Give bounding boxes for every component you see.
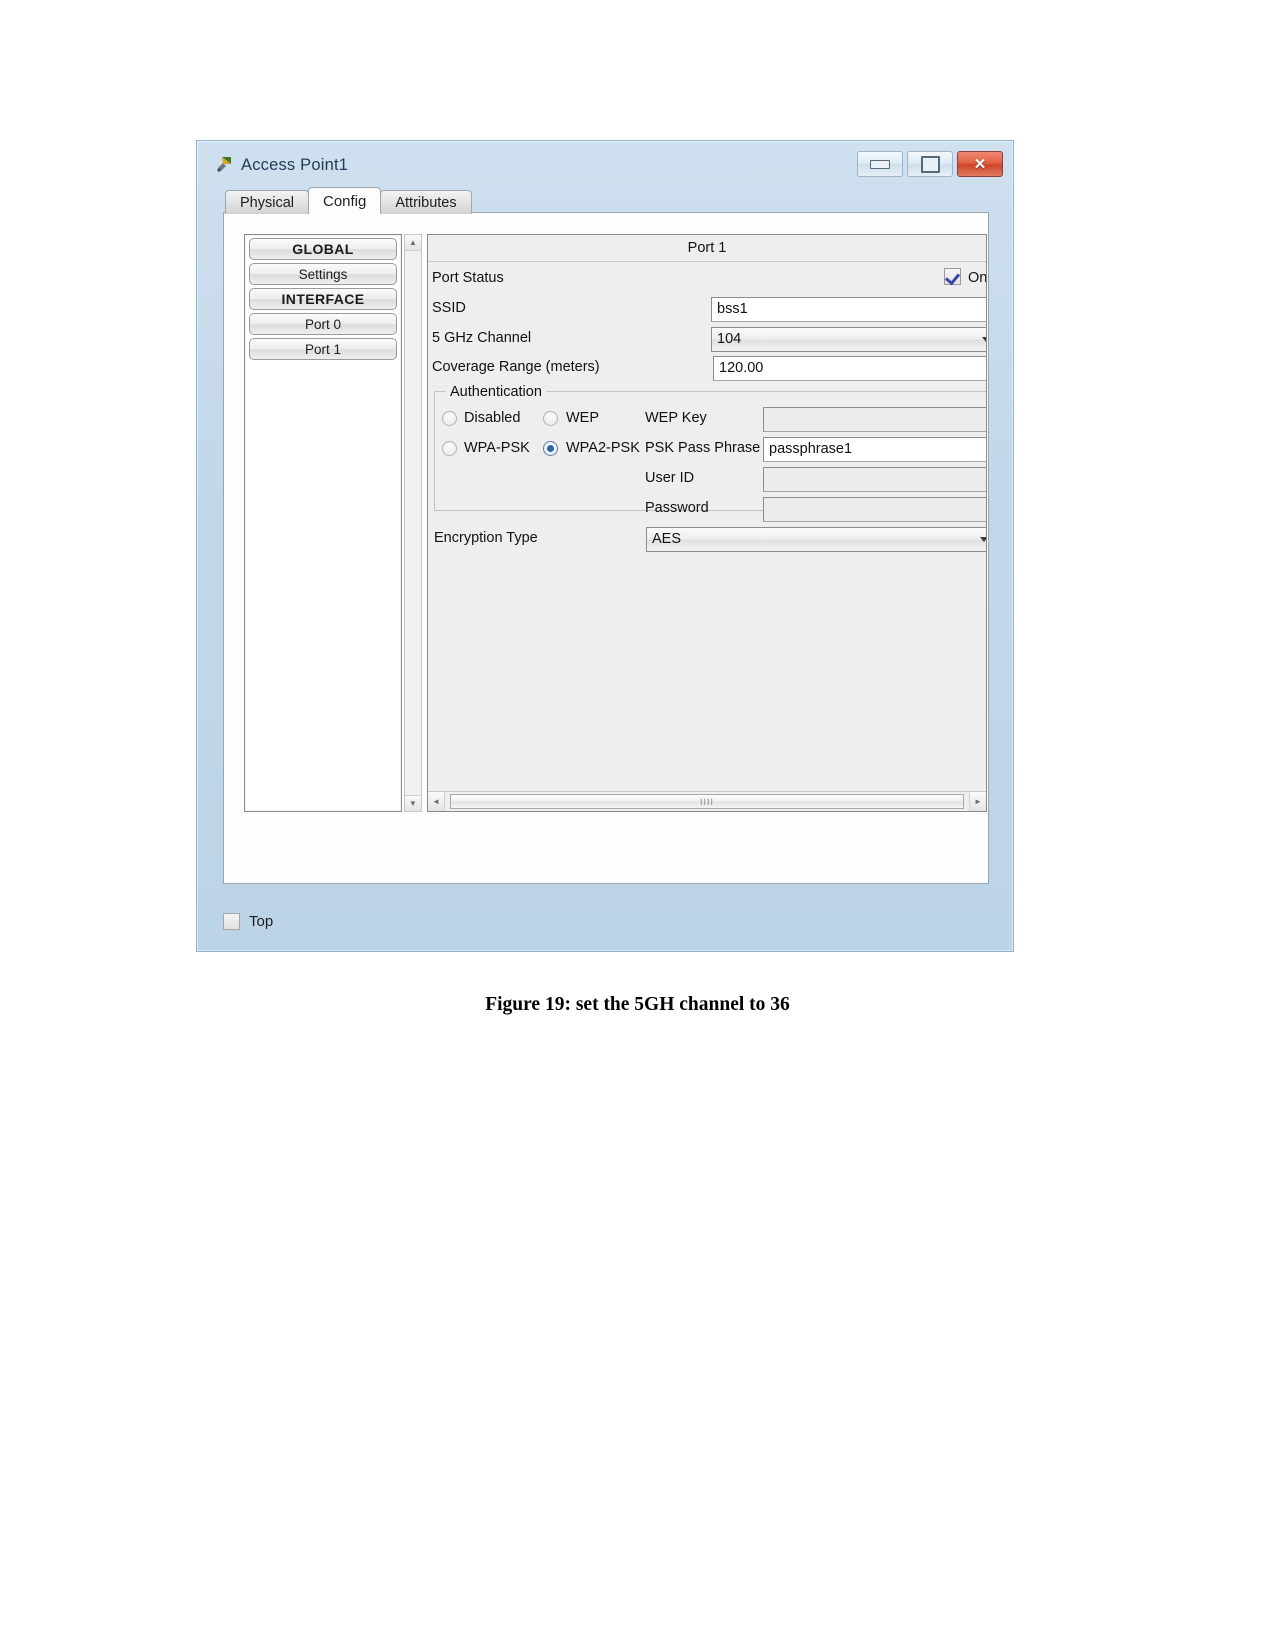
tab-config[interactable]: Config [308,187,382,214]
port-status-checkbox[interactable] [944,268,961,285]
encryption-type-select[interactable]: AES [646,527,986,552]
port-status-label: Port Status [432,270,504,286]
coverage-value: 120.00 [719,360,764,376]
ssid-label: SSID [432,300,466,316]
coverage-label: Coverage Range (meters) [432,359,600,375]
tree-vertical-scrollbar[interactable]: ▲ ▼ [404,234,422,812]
channel-value: 104 [717,331,742,347]
radio-wpa2-psk-label: WPA2-PSK [566,440,640,456]
config-tree: GLOBAL Settings INTERFACE Port 0 Port 1 [244,234,402,812]
port-header: Port 1 [428,235,986,262]
top-checkbox-row: Top [223,909,273,933]
radio-wep-label: WEP [566,410,600,426]
coverage-input[interactable]: 120.00 ▲ ▼ [713,356,986,381]
scroll-left-icon[interactable]: ◄ [428,792,445,811]
radio-wpa2-psk[interactable] [543,441,558,456]
scroll-down-icon[interactable]: ▼ [405,795,421,811]
ssid-input[interactable]: bss1 [711,297,986,322]
psk-pass-phrase-input[interactable]: passphrase1 [763,437,986,462]
radio-wep[interactable] [543,411,558,426]
authentication-group-title: Authentication [446,384,546,400]
minimize-icon [870,159,890,169]
sidebar-item-interface[interactable]: INTERFACE [249,288,397,310]
top-checkbox[interactable] [223,912,240,930]
config-panel: GLOBAL Settings INTERFACE Port 0 Port 1 … [223,212,989,884]
tab-attributes[interactable]: Attributes [380,190,472,214]
sidebar-item-settings[interactable]: Settings [249,263,397,285]
password-label: Password [645,500,709,516]
wep-key-input[interactable] [763,407,986,432]
access-point-window: Access Point1 ✕ Physical Config Attribut… [196,140,1014,952]
scroll-up-icon[interactable]: ▲ [405,235,421,251]
radio-wpa-psk[interactable] [442,441,457,456]
top-checkbox-label: Top [249,912,274,930]
sidebar-item-port-0[interactable]: Port 0 [249,313,397,335]
radio-disabled[interactable] [442,411,457,426]
minimize-button[interactable] [857,151,903,177]
window-title: Access Point1 [241,156,349,174]
psk-pass-phrase-label: PSK Pass Phrase [645,440,761,456]
window-controls: ✕ [857,151,1003,177]
user-id-input[interactable] [763,467,986,492]
encryption-type-value: AES [652,531,682,547]
access-point-icon [215,155,233,173]
sidebar-item-port-1[interactable]: Port 1 [249,338,397,360]
radio-wpa-psk-label: WPA-PSK [464,440,530,456]
close-button[interactable]: ✕ [957,151,1003,177]
maximize-icon [920,155,940,173]
chevron-down-icon [980,537,986,542]
user-id-label: User ID [645,470,695,486]
tab-bar: Physical Config Attributes [225,187,472,214]
channel-select[interactable]: 104 [711,327,986,352]
encryption-type-label: Encryption Type [434,530,538,546]
tab-physical[interactable]: Physical [225,190,309,214]
pane-horizontal-scrollbar[interactable]: ◄ IIII ► [428,791,986,811]
port-status-value-label: On [968,270,987,286]
hscroll-thumb[interactable]: IIII [450,794,964,809]
chevron-down-icon [982,337,986,342]
radio-disabled-label: Disabled [464,410,521,426]
window-titlebar[interactable]: Access Point1 ✕ [197,141,1013,189]
scroll-right-icon[interactable]: ► [969,792,986,811]
channel-label: 5 GHz Channel [432,330,532,346]
sidebar-item-global[interactable]: GLOBAL [249,238,397,260]
maximize-button[interactable] [907,151,953,177]
figure-caption: Figure 19: set the 5GH channel to 36 [485,994,790,1015]
password-input[interactable] [763,497,986,522]
wep-key-label: WEP Key [645,410,707,426]
port-settings-pane: Port 1 Port Status On SSID bss1 5 GHz Ch… [427,234,987,812]
